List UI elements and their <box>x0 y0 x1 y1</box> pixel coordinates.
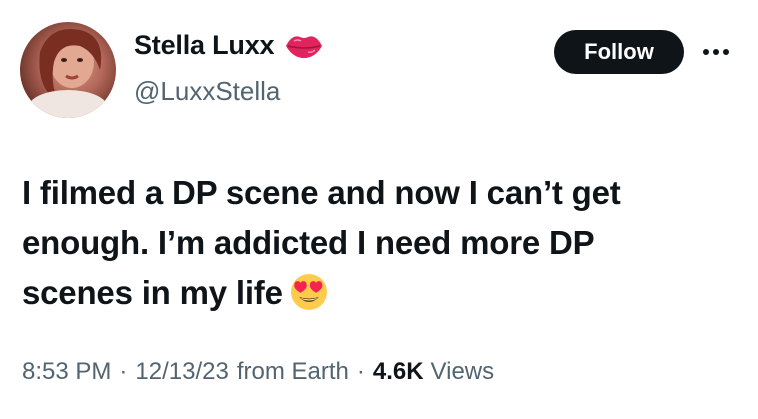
heart-eyes-icon <box>289 272 329 312</box>
tweet-line: scenes in my life <box>22 274 283 311</box>
tweet-line: I filmed a DP scene and now I can’t get <box>22 174 621 211</box>
author-name-row: Stella Luxx <box>134 30 324 61</box>
views-label: Views <box>430 358 495 385</box>
more-options-icon[interactable] <box>700 38 732 66</box>
display-name[interactable]: Stella Luxx <box>134 30 275 61</box>
tweet-location: from Earth <box>236 358 349 385</box>
tweet-date[interactable]: 12/13/23 <box>135 358 228 386</box>
meta-separator: · <box>356 358 365 385</box>
tweet-text: I filmed a DP scene and now I can’t get … <box>22 168 722 318</box>
tweet-line: enough. I’m addicted I need more DP <box>22 224 595 261</box>
meta-separator: · <box>119 358 128 385</box>
tweet-meta: 8:53 PM · 12/13/23 from Earth · 4.6K Vie… <box>22 358 494 386</box>
user-handle[interactable]: @LuxxStella <box>134 76 280 107</box>
follow-button[interactable]: Follow <box>554 30 684 74</box>
avatar[interactable] <box>20 22 116 118</box>
tweet-time[interactable]: 8:53 PM <box>22 358 111 386</box>
views-count[interactable]: 4.6K <box>373 358 424 386</box>
tweet-line-last: scenes in my life <box>22 268 722 318</box>
lips-kiss-icon <box>284 31 324 61</box>
